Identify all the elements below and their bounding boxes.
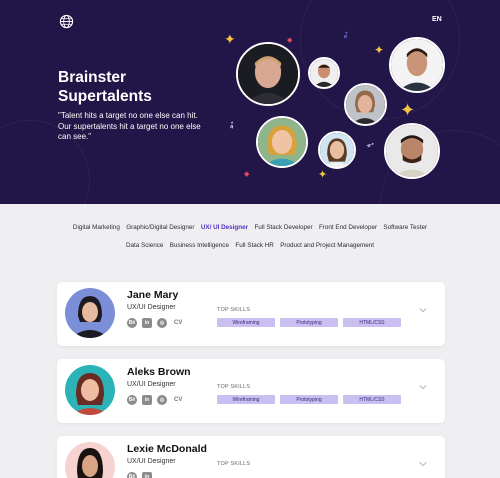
talent-avatar <box>344 83 387 126</box>
skills-title: TOP SKILLS <box>217 307 251 313</box>
talent-avatar <box>318 131 356 169</box>
filter-ux-ui-designer[interactable]: UX/ UI Designer <box>198 224 252 231</box>
hero-quote: "Talent hits a target no one else can hi… <box>58 111 201 141</box>
talent-card[interactable]: Aleks Brown UX/UI Designer Bē in ◎ CV TO… <box>57 359 445 423</box>
talent-card[interactable]: Jane Mary UX/UI Designer Bē in ◎ CV TOP … <box>57 282 445 346</box>
filter-product-project-management[interactable]: Product and Project Management <box>277 242 377 249</box>
talent-links: Bē in ◎ CV <box>127 318 182 328</box>
talent-card[interactable]: Lexie McDonald UX/UI Designer Bē in TOP … <box>57 436 445 478</box>
hero-title: Brainster Supertalents <box>58 69 152 105</box>
cv-link[interactable]: CV <box>174 397 182 403</box>
skills-list: Wireframing Prototyping HTML/CSS <box>217 395 401 404</box>
behance-icon[interactable]: Bē <box>127 318 137 328</box>
linkedin-icon[interactable]: in <box>142 395 152 405</box>
talent-name: Lexie McDonald <box>127 443 207 455</box>
talent-links: Bē in ◎ CV <box>127 395 182 405</box>
cv-link[interactable]: CV <box>174 320 182 326</box>
talent-role: UX/UI Designer <box>127 458 176 465</box>
filter-data-science[interactable]: Data Science <box>123 242 167 249</box>
talent-avatar <box>256 116 308 168</box>
hero-banner: EN Brainster Supertalents "Talent hits a… <box>0 0 500 204</box>
filter-digital-marketing[interactable]: Digital Marketing <box>70 224 123 231</box>
avatar <box>65 442 115 478</box>
skill-tag: HTML/CSS <box>343 395 401 404</box>
skill-tag: Prototyping <box>280 395 338 404</box>
decor-shape: ◆ <box>244 171 250 178</box>
talent-links: Bē in <box>127 472 152 478</box>
linkedin-icon[interactable]: in <box>142 472 152 478</box>
chevron-down-icon[interactable] <box>419 460 427 468</box>
linkedin-icon[interactable]: in <box>142 318 152 328</box>
sparkle-icon: ✦ <box>400 100 416 120</box>
skills-list: Wireframing Prototyping HTML/CSS <box>217 318 401 327</box>
talent-avatar <box>389 37 445 93</box>
chevron-down-icon[interactable] <box>419 383 427 391</box>
behance-icon[interactable]: Bē <box>127 395 137 405</box>
filter-full-stack-hr[interactable]: Full Stack HR <box>232 242 277 249</box>
avatar <box>65 288 115 338</box>
talent-role: UX/UI Designer <box>127 304 176 311</box>
skill-tag: Wireframing <box>217 318 275 327</box>
sparkle-icon: ✦ <box>224 31 236 47</box>
dribbble-icon[interactable]: ◎ <box>157 395 167 405</box>
avatar <box>65 365 115 415</box>
talent-avatar <box>236 42 300 106</box>
talent-name: Jane Mary <box>127 289 179 301</box>
talent-role: UX/UI Designer <box>127 381 176 388</box>
talent-name: Aleks Brown <box>127 366 191 378</box>
skill-tag: HTML/CSS <box>343 318 401 327</box>
filter-row-1: Digital Marketing Graphic/Digital Design… <box>0 224 500 231</box>
behance-icon[interactable]: Bē <box>127 472 137 478</box>
filter-software-tester[interactable]: Software Tester <box>380 224 430 231</box>
filter-front-end-developer[interactable]: Front End Developer <box>316 224 380 231</box>
filter-row-2: Data Science Business Intelligence Full … <box>0 242 500 249</box>
dribbble-icon[interactable]: ◎ <box>157 318 167 328</box>
decor-shape: ◆ <box>287 37 293 44</box>
chevron-down-icon[interactable] <box>419 306 427 314</box>
rocket-icon: ➶ <box>225 118 239 133</box>
filter-business-intelligence[interactable]: Business Intelligence <box>167 242 233 249</box>
sparkle-icon: ✦ <box>318 169 328 181</box>
skill-tag: Wireframing <box>217 395 275 404</box>
skill-tag: Prototyping <box>280 318 338 327</box>
talent-avatar <box>308 57 340 89</box>
globe-icon[interactable] <box>59 14 74 29</box>
rocket-icon: ➶ <box>364 138 377 153</box>
skills-title: TOP SKILLS <box>217 384 251 390</box>
talent-avatar <box>384 123 440 179</box>
sparkle-icon: ✦ <box>374 43 385 57</box>
language-switch[interactable]: EN <box>432 16 442 23</box>
filter-graphic-designer[interactable]: Graphic/Digital Designer <box>123 224 198 231</box>
skills-title: TOP SKILLS <box>217 461 251 467</box>
filter-full-stack-developer[interactable]: Full Stack Developer <box>251 224 315 231</box>
